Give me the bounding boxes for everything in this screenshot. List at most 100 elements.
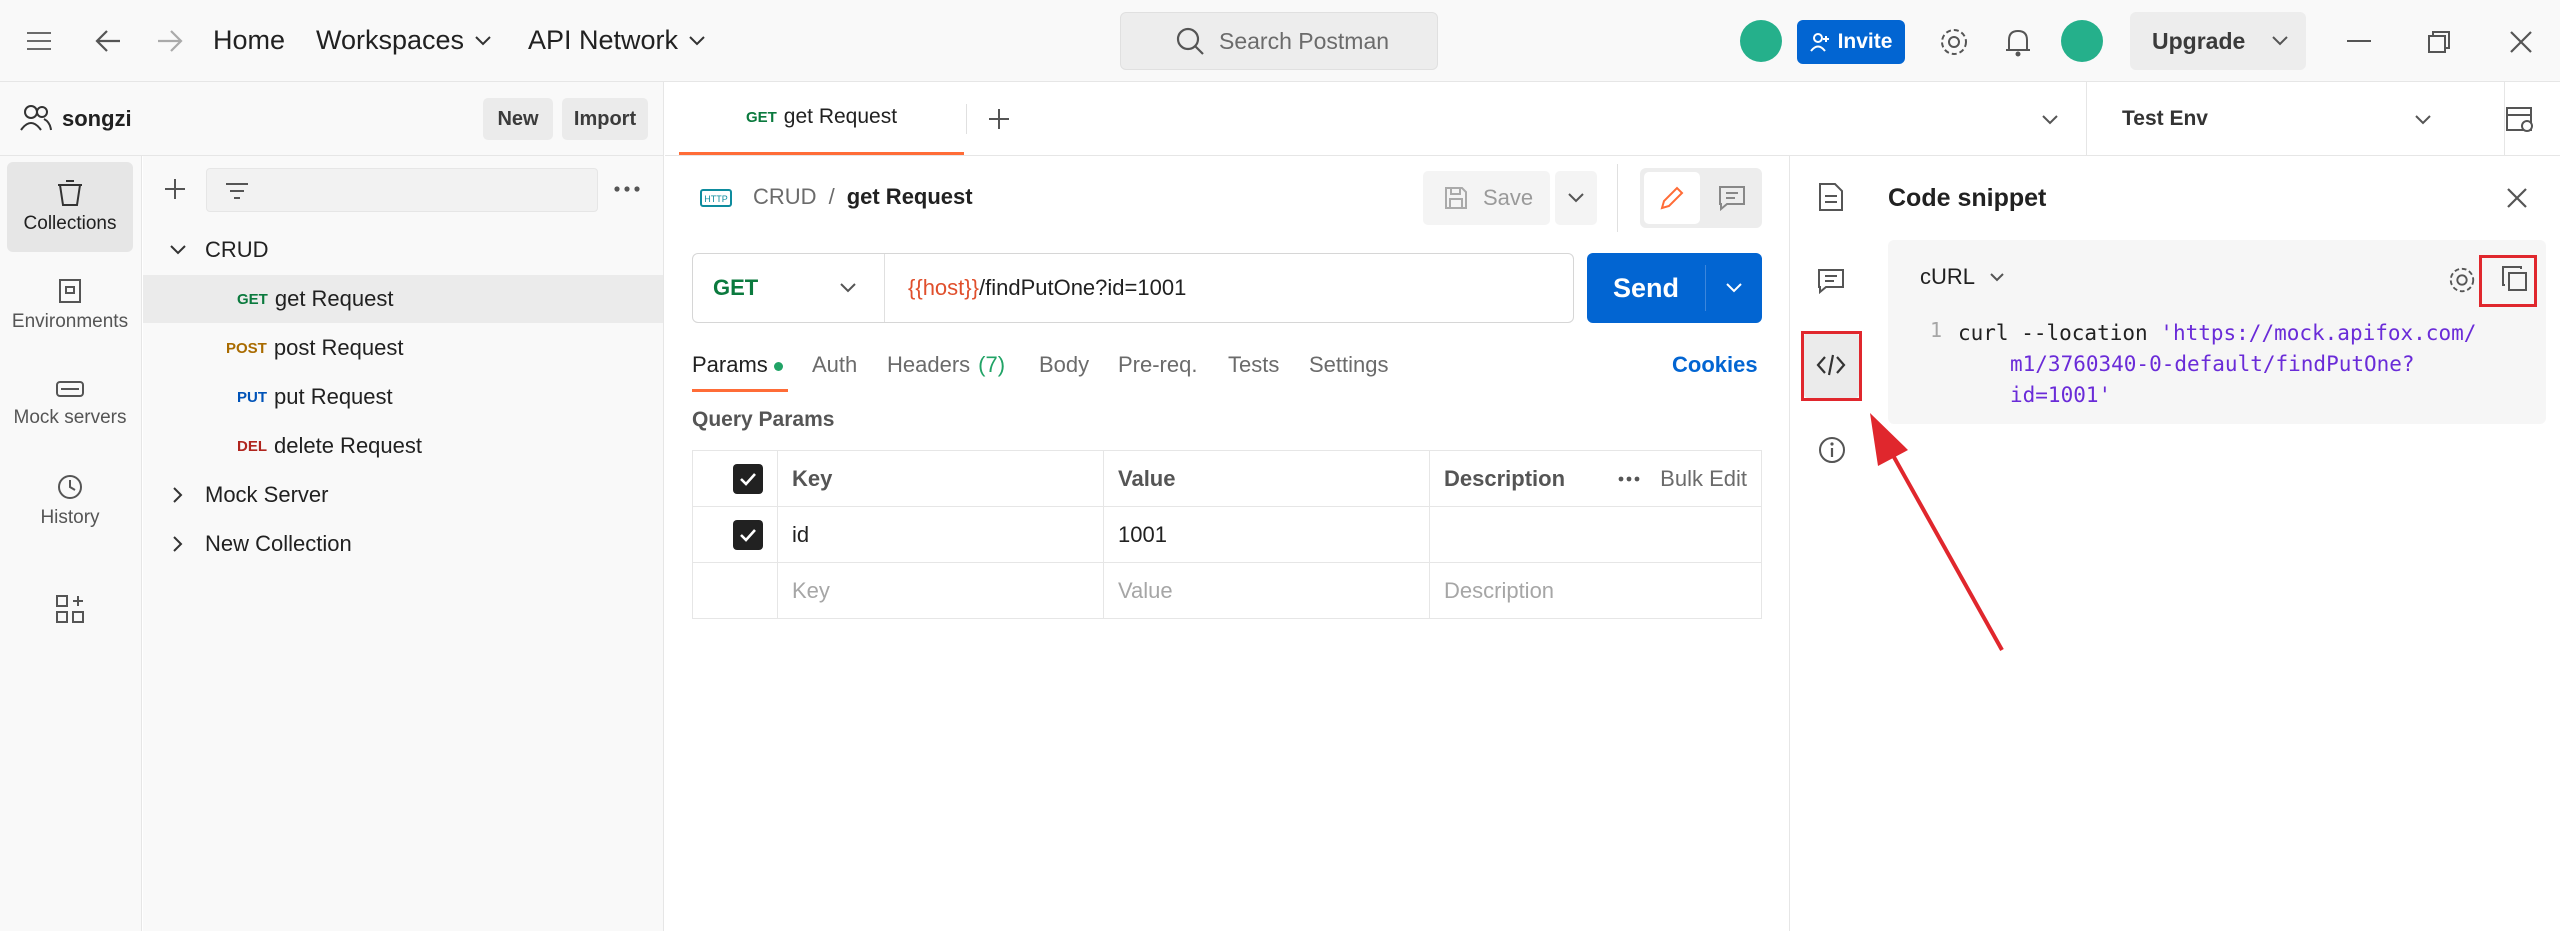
new-value-input[interactable]: Value	[1103, 562, 1430, 619]
url-input[interactable]: {{host}} /findPutOne?id=1001	[908, 254, 1186, 322]
select-all-checkbox[interactable]	[733, 463, 763, 494]
tab-tests[interactable]: Tests	[1228, 352, 1279, 378]
search-icon	[1176, 27, 1204, 55]
save-options-button[interactable]	[1555, 171, 1597, 225]
tab-auth[interactable]: Auth	[812, 352, 857, 378]
tab-prereq[interactable]: Pre-req.	[1118, 352, 1197, 378]
url-path: /findPutOne?id=1001	[978, 275, 1187, 300]
close-window-icon[interactable]	[2509, 30, 2533, 54]
rail-item-mock-servers[interactable]: Mock servers	[7, 358, 133, 448]
mock-servers-icon	[56, 381, 84, 397]
mode-toggle	[1640, 168, 1762, 228]
notification-bell-icon[interactable]	[2004, 26, 2032, 58]
more-options-icon[interactable]	[614, 186, 640, 192]
minimize-icon[interactable]	[2347, 40, 2371, 42]
upgrade-button[interactable]: Upgrade	[2130, 12, 2306, 70]
settings-gear-icon[interactable]	[1938, 26, 1970, 58]
language-select[interactable]: cURL	[1920, 264, 2005, 290]
environment-quick-look-icon[interactable]	[2505, 106, 2535, 134]
new-tab-icon[interactable]	[988, 108, 1010, 130]
menu-icon[interactable]	[26, 30, 52, 52]
tab-params[interactable]: Params	[692, 352, 788, 392]
restore-window-icon[interactable]	[2427, 30, 2451, 54]
team-avatar[interactable]	[1740, 20, 1782, 62]
method-select[interactable]: GET	[693, 254, 885, 322]
tabs-dropdown-icon[interactable]	[2041, 114, 2059, 126]
tab-settings[interactable]: Settings	[1309, 352, 1389, 378]
comment-mode-button[interactable]	[1706, 172, 1758, 224]
param-key-cell[interactable]: id	[777, 506, 1104, 563]
collection-crud[interactable]: CRUD	[143, 226, 663, 274]
method-value: GET	[713, 275, 759, 300]
collections-icon	[58, 180, 82, 206]
rail-item-environments[interactable]: Environments	[7, 260, 133, 350]
documentation-icon[interactable]	[1818, 182, 1844, 212]
collections-sidebar: CRUD GET get Request POST post Request P…	[143, 156, 664, 931]
rail-label: Environments	[11, 311, 129, 332]
highlight-box-copy	[2479, 255, 2537, 307]
request-title: get Request	[846, 184, 973, 209]
more-options-icon[interactable]	[1618, 476, 1640, 482]
method-badge: POST	[226, 339, 267, 357]
workspaces-label: Workspaces	[316, 25, 465, 55]
new-description-input[interactable]: Description	[1429, 562, 1762, 619]
edit-mode-button[interactable]	[1644, 172, 1700, 224]
chevron-down-icon	[1568, 193, 1584, 203]
api-network-dropdown[interactable]: API Network	[528, 25, 706, 56]
snippet-settings-gear-icon[interactable]	[2447, 265, 2477, 295]
param-value-cell[interactable]: 1001	[1103, 506, 1430, 563]
request-item-delete[interactable]: DEL delete Request	[143, 422, 663, 470]
save-button[interactable]: Save	[1423, 171, 1550, 225]
configure-sidebar-icon[interactable]	[55, 594, 85, 624]
bulk-edit-link[interactable]: Bulk Edit	[1660, 466, 1747, 492]
code-url-part-2: m1/3760340-0-default/findPutOne?	[2010, 352, 2415, 376]
collection-name: New Collection	[205, 531, 352, 556]
request-item-get[interactable]: GET get Request	[143, 275, 663, 323]
chevron-down-icon	[2415, 115, 2431, 125]
invite-button[interactable]: Invite	[1797, 20, 1905, 64]
http-icon: HTTP	[700, 184, 732, 212]
code-snippet-title: Code snippet	[1888, 184, 2047, 212]
comment-icon	[1719, 186, 1745, 211]
breadcrumb-parent[interactable]: CRUD	[753, 184, 817, 210]
environment-selector[interactable]: Test Env	[2087, 82, 2467, 155]
workspaces-dropdown[interactable]: Workspaces	[316, 25, 492, 56]
rail-item-history[interactable]: History	[7, 456, 133, 546]
send-button[interactable]: Send	[1587, 253, 1705, 323]
collection-mock-server[interactable]: Mock Server	[143, 471, 663, 519]
collection-new-collection[interactable]: New Collection	[143, 520, 663, 568]
chevron-down-icon	[1726, 283, 1742, 293]
tab-divider	[966, 104, 967, 134]
close-panel-icon[interactable]	[2506, 187, 2528, 209]
row-enabled-checkbox[interactable]	[733, 519, 763, 550]
request-item-put[interactable]: PUT put Request	[143, 373, 663, 421]
table-row-empty: Key Value Description	[692, 562, 1762, 619]
back-arrow-icon[interactable]	[94, 28, 122, 54]
request-name: get Request	[274, 286, 394, 311]
check-icon	[740, 472, 756, 486]
rail-item-collections[interactable]: Collections	[7, 162, 133, 252]
code-command: curl --location	[1958, 321, 2161, 345]
param-description-cell[interactable]	[1429, 506, 1762, 563]
forward-arrow-icon[interactable]	[156, 28, 184, 54]
home-link[interactable]: Home	[213, 25, 285, 56]
tab-label: Headers	[887, 352, 971, 377]
new-button[interactable]: New	[483, 98, 553, 140]
cookies-link[interactable]: Cookies	[1672, 352, 1758, 378]
tab-body[interactable]: Body	[1039, 352, 1089, 378]
search-bar[interactable]: Search Postman	[1120, 12, 1438, 70]
filter-collections-input[interactable]	[206, 168, 598, 212]
comments-icon[interactable]	[1817, 268, 1845, 294]
add-collection-icon[interactable]	[164, 178, 186, 200]
send-options-button[interactable]	[1706, 253, 1762, 323]
code-snippet-box: cURL 1 curl --location 'https://mock.api…	[1888, 240, 2546, 424]
send-button-group: Send	[1587, 253, 1762, 323]
info-icon[interactable]	[1817, 435, 1847, 465]
new-key-input[interactable]: Key	[777, 562, 1104, 619]
tab-get-request[interactable]: GET get Request	[679, 82, 964, 155]
import-button[interactable]: Import	[562, 98, 648, 140]
user-avatar[interactable]	[2061, 20, 2103, 62]
code-content[interactable]: curl --location 'https://mock.apifox.com…	[1958, 318, 2476, 411]
tab-headers[interactable]: Headers (7)	[887, 352, 1005, 378]
request-item-post[interactable]: POST post Request	[143, 324, 663, 372]
